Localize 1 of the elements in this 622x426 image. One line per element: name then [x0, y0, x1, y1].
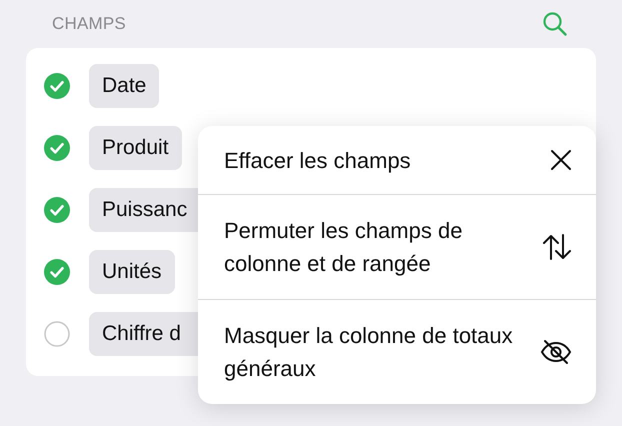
section-title: CHAMPS	[52, 14, 126, 34]
